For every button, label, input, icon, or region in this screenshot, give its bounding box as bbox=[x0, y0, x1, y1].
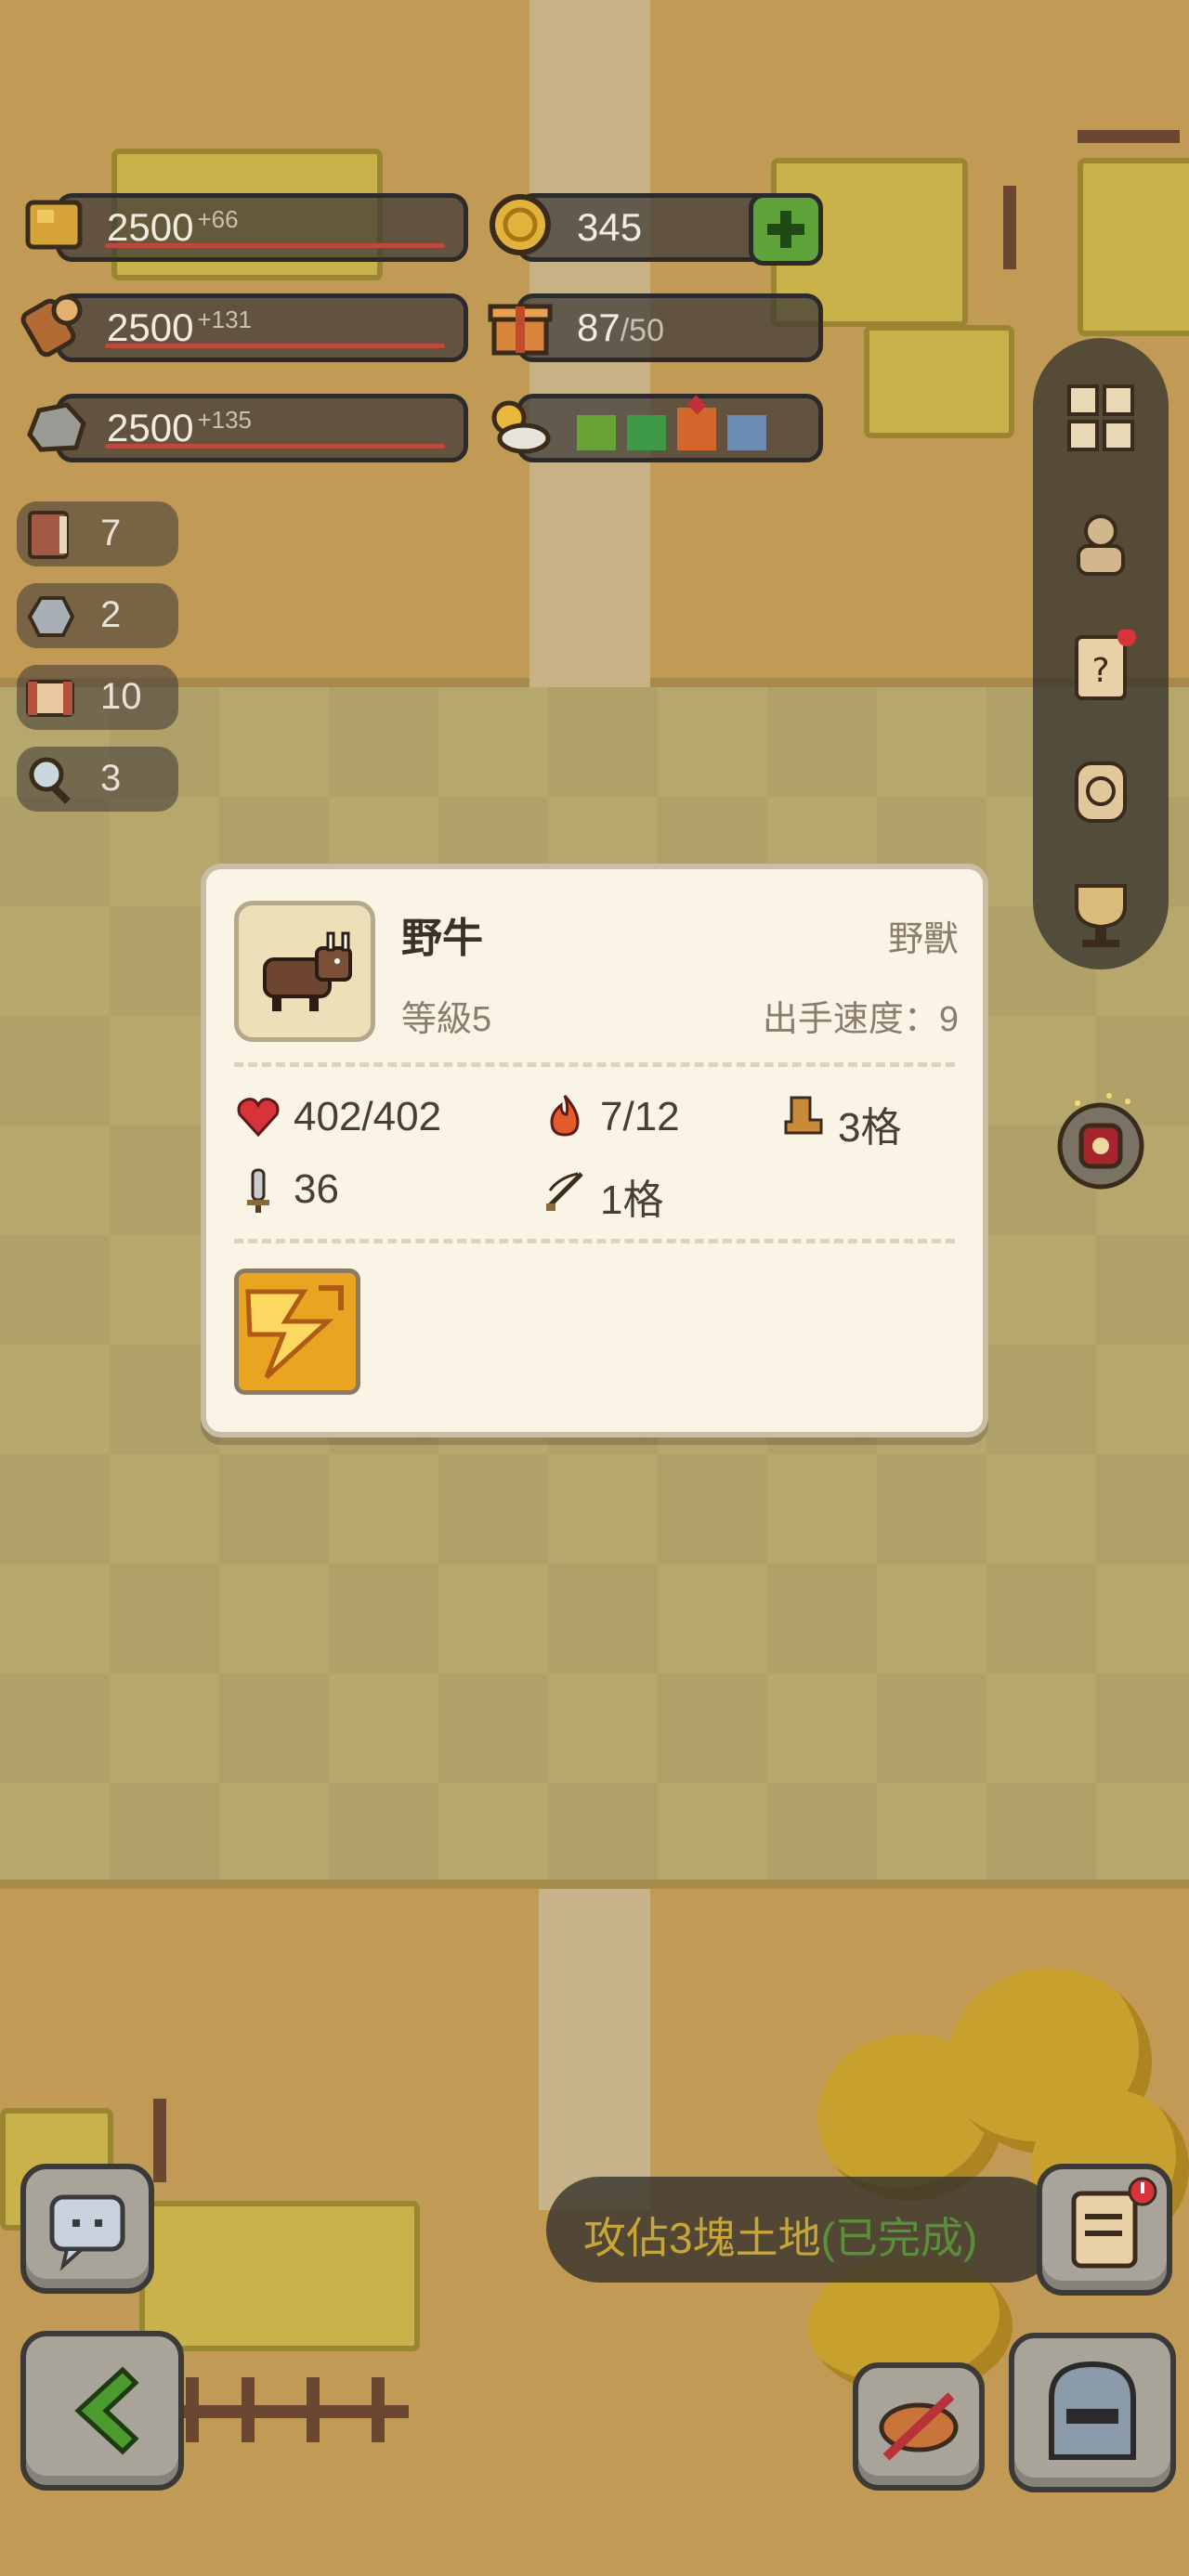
weather-icon bbox=[481, 390, 555, 464]
hay-bale bbox=[864, 325, 1014, 438]
fence-post bbox=[186, 2377, 199, 2442]
quest-log-button[interactable] bbox=[1037, 2164, 1172, 2296]
grid-icon[interactable] bbox=[1064, 381, 1138, 455]
magnifier-icon bbox=[22, 752, 78, 808]
gem-reward-icon[interactable] bbox=[1050, 1092, 1152, 1194]
season-swatch-2 bbox=[627, 415, 666, 450]
gift-value: 87 bbox=[577, 306, 621, 349]
hay-bale bbox=[1078, 158, 1189, 336]
wood-resource-bar: 2500 +66 bbox=[56, 193, 468, 262]
unit-range: 1格 bbox=[600, 1177, 664, 1223]
unit-move: 3格 bbox=[838, 1105, 902, 1151]
stone-value: 2500 bbox=[107, 406, 194, 449]
unit-type: 野獸 bbox=[887, 920, 959, 959]
pitchfork bbox=[153, 2099, 166, 2182]
wood-income: +66 bbox=[197, 205, 239, 233]
sword-icon bbox=[234, 1166, 282, 1215]
magnifier-count: 3 bbox=[100, 758, 122, 799]
scroll-icon bbox=[22, 670, 78, 726]
quest-status: (已完成) bbox=[820, 2214, 978, 2262]
unit-info-popup: 野牛 野獸 等級5 出手速度：9 402/402 7/12 3格 36 1格 bbox=[201, 864, 988, 1438]
back-arrow-icon bbox=[74, 2366, 139, 2455]
heart-icon bbox=[234, 1092, 282, 1140]
field-edge-bottom bbox=[0, 1880, 1189, 1889]
unit-attack: 36 bbox=[294, 1166, 339, 1212]
stone-resource-bar: 2500 +135 bbox=[56, 394, 468, 462]
add-coin-button[interactable] bbox=[749, 193, 823, 266]
ore-icon bbox=[22, 589, 78, 644]
target-icon[interactable] bbox=[1064, 754, 1138, 828]
unit-level: 等級5 bbox=[401, 1000, 492, 1039]
log-value: 2500 bbox=[107, 306, 194, 349]
unit-name: 野牛 bbox=[401, 916, 483, 961]
stone-capacity-bar bbox=[105, 444, 445, 449]
coin-icon bbox=[483, 188, 557, 262]
unit-attack-speed: 出手速度：9 bbox=[762, 1000, 959, 1039]
log-income: +131 bbox=[197, 306, 253, 333]
coin-value: 345 bbox=[577, 205, 643, 249]
fence bbox=[1078, 130, 1180, 143]
unit-hp: 402/402 bbox=[294, 1094, 442, 1139]
right-menu: ? bbox=[1033, 338, 1169, 969]
unit-fire: 7/12 bbox=[600, 1094, 680, 1139]
quest-text: 攻佔3塊土地 bbox=[583, 2214, 821, 2262]
hay-bale bbox=[139, 2201, 420, 2351]
divider bbox=[234, 1062, 955, 1067]
boot-icon bbox=[778, 1092, 827, 1140]
fence-post bbox=[242, 2377, 255, 2442]
wheat-icon bbox=[19, 186, 93, 260]
ore-counter[interactable]: 2 bbox=[17, 583, 178, 648]
fence-post bbox=[372, 2377, 385, 2442]
gift-max: /50 bbox=[620, 313, 664, 348]
unit-portrait bbox=[234, 901, 375, 1042]
chat-button[interactable] bbox=[20, 2164, 154, 2294]
wood-value: 2500 bbox=[107, 205, 194, 249]
helmet-icon bbox=[1049, 2361, 1136, 2460]
food-disabled-icon bbox=[879, 2392, 959, 2461]
ore-count: 2 bbox=[100, 594, 122, 635]
svg-text:?: ? bbox=[1091, 652, 1109, 690]
skill-charge-icon bbox=[239, 1273, 356, 1390]
bison-icon bbox=[263, 931, 352, 1011]
trophy-icon[interactable] bbox=[1064, 878, 1138, 953]
gift-icon bbox=[483, 288, 557, 362]
stone-income: +135 bbox=[197, 406, 253, 434]
dirt-path-bottom bbox=[539, 1885, 650, 2210]
skill-slot[interactable] bbox=[234, 1268, 360, 1395]
season-swatch-4 bbox=[727, 415, 766, 450]
fire-icon bbox=[541, 1092, 589, 1140]
chat-icon bbox=[49, 2194, 125, 2271]
book-count: 7 bbox=[100, 513, 122, 553]
character-icon[interactable] bbox=[1064, 505, 1138, 579]
back-button[interactable] bbox=[20, 2331, 184, 2491]
weather-bar bbox=[516, 394, 823, 462]
pitchfork bbox=[1003, 186, 1016, 269]
fence-post bbox=[307, 2377, 320, 2442]
scroll-count: 10 bbox=[100, 676, 142, 717]
gift-bar: 87/50 bbox=[516, 293, 823, 362]
wood-capacity-bar bbox=[105, 243, 445, 248]
quest-log-icon bbox=[1071, 2177, 1157, 2269]
scroll-counter[interactable]: 10 bbox=[17, 665, 178, 730]
knight-button[interactable] bbox=[1009, 2333, 1176, 2492]
log-capacity-bar bbox=[105, 344, 445, 348]
divider bbox=[234, 1239, 955, 1243]
log-resource-bar: 2500 +131 bbox=[56, 293, 468, 362]
book-icon bbox=[22, 507, 78, 563]
book-counter[interactable]: 7 bbox=[17, 501, 178, 566]
season-swatch-1 bbox=[577, 415, 616, 450]
range-icon bbox=[541, 1166, 589, 1215]
stone-icon bbox=[19, 388, 93, 462]
quest-tracker[interactable]: 攻佔3塊土地(已完成) bbox=[546, 2177, 1061, 2283]
quest-scroll-icon[interactable]: ? bbox=[1064, 628, 1138, 704]
food-button[interactable] bbox=[853, 2362, 985, 2491]
magnifier-counter[interactable]: 3 bbox=[17, 747, 178, 812]
log-icon bbox=[19, 286, 93, 360]
